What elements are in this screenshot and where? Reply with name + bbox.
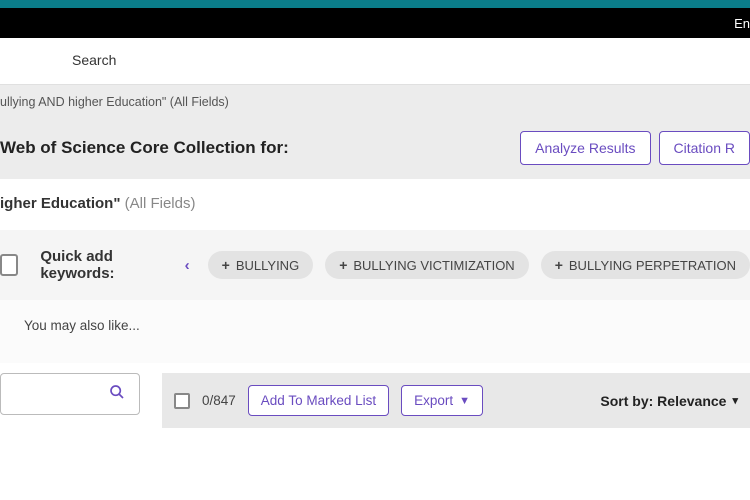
bottom-row: 0/847 Add To Marked List Export ▼ Sort b… — [0, 363, 750, 428]
caret-down-icon: ▾ — [732, 394, 738, 407]
query-detail: igher Education" (All Fields) — [0, 179, 750, 230]
plus-icon: + — [222, 257, 230, 273]
select-all-checkbox[interactable] — [0, 254, 18, 276]
breadcrumb-query-text: ullying AND higher Education" (All Field… — [0, 95, 229, 109]
quick-add-label: Quick add keywords: — [40, 248, 160, 282]
plus-icon: + — [555, 257, 563, 273]
chip-label: BULLYING VICTIMIZATION — [353, 258, 514, 273]
results-heading: Web of Science Core Collection for: — [0, 138, 289, 158]
chip-label: BULLYING PERPETRATION — [569, 258, 736, 273]
you-may-also-like: You may also like... — [0, 300, 750, 363]
citation-report-button[interactable]: Citation R — [659, 131, 750, 165]
results-heading-row: Web of Science Core Collection for: Anal… — [0, 119, 750, 179]
query-term: igher Education" — [0, 195, 120, 212]
results-toolbar: 0/847 Add To Marked List Export ▼ Sort b… — [162, 373, 750, 428]
plus-icon: + — [339, 257, 347, 273]
top-accent-bar — [0, 0, 750, 8]
sort-dropdown[interactable]: Sort by: Relevance ▾ — [600, 393, 738, 409]
export-label: Export — [414, 393, 453, 408]
keyword-chip[interactable]: + BULLYING PERPETRATION — [541, 251, 750, 279]
tab-bar: Search — [0, 38, 750, 85]
chevron-left-icon[interactable]: ‹ — [179, 257, 196, 274]
language-switcher[interactable]: En — [734, 16, 750, 31]
add-to-marked-list-button[interactable]: Add To Marked List — [248, 385, 389, 416]
breadcrumb-query: ullying AND higher Education" (All Field… — [0, 85, 750, 119]
selection-count: 0/847 — [202, 393, 236, 408]
refine-search-input[interactable] — [0, 373, 140, 415]
chip-label: BULLYING — [236, 258, 299, 273]
chevron-down-icon: ▼ — [459, 395, 470, 407]
export-button[interactable]: Export ▼ — [401, 385, 483, 416]
analyze-results-button[interactable]: Analyze Results — [520, 131, 650, 165]
also-like-text: You may also like... — [24, 318, 140, 333]
search-icon — [109, 384, 125, 405]
tab-search[interactable]: Search — [72, 52, 116, 68]
query-scope: (All Fields) — [125, 195, 196, 212]
sort-label: Sort by: Relevance — [600, 393, 726, 409]
keyword-chip[interactable]: + BULLYING — [208, 251, 314, 279]
keyword-chip[interactable]: + BULLYING VICTIMIZATION — [325, 251, 529, 279]
top-black-bar: En — [0, 8, 750, 38]
select-page-checkbox[interactable] — [174, 393, 190, 409]
quick-add-keywords-section: Quick add keywords: ‹ + BULLYING + BULLY… — [0, 230, 750, 300]
